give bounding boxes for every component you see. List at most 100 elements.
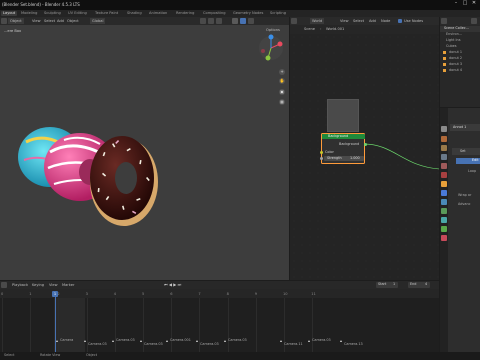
data-tab-icon[interactable] xyxy=(441,226,447,232)
marker-icon[interactable] xyxy=(224,340,226,342)
frame-tick-label: 5 xyxy=(142,292,145,296)
editor-type-icon[interactable] xyxy=(291,18,297,24)
breadcrumb-world[interactable]: World.001 xyxy=(326,27,344,32)
maximize-button[interactable]: □ xyxy=(461,1,469,9)
breadcrumb: Scene › World.001 xyxy=(290,25,439,34)
timeline[interactable]: Playback Keying View Marker ⏮ ◀ ▶ ⏭ Star… xyxy=(0,281,439,352)
zoom-icon[interactable]: + xyxy=(279,69,285,75)
donut-render[interactable] xyxy=(12,112,162,232)
outliner-type-icon[interactable] xyxy=(441,18,447,24)
marker-icon[interactable] xyxy=(196,340,198,342)
visibility-icon[interactable] xyxy=(200,18,206,24)
mesh-icon xyxy=(443,63,446,66)
marker-label: Camera.03 xyxy=(228,338,247,342)
tab-texture-paint[interactable]: Texture Paint xyxy=(93,11,120,16)
ortho-toggle-icon[interactable]: ▦ xyxy=(279,99,285,105)
marker-icon[interactable] xyxy=(56,340,58,342)
render-tab-icon[interactable] xyxy=(441,136,447,142)
3d-viewport[interactable]: Object View Select Add Object Global ...… xyxy=(0,17,289,280)
background-node[interactable]: Background Background Color Strength 1.0… xyxy=(320,133,367,164)
modifier-tab-icon[interactable] xyxy=(441,190,447,196)
orientation-select[interactable]: Global xyxy=(90,18,106,24)
rendered-shading-icon[interactable] xyxy=(248,18,254,24)
filter-icon[interactable] xyxy=(471,18,477,24)
marker-icon[interactable] xyxy=(280,340,282,342)
menu-add[interactable]: Add xyxy=(367,18,378,24)
tab-scripting[interactable]: Scripting xyxy=(268,11,288,16)
strength-field[interactable]: Strength 1.000 xyxy=(324,156,364,161)
marker-icon[interactable] xyxy=(140,340,142,342)
tab-rendering[interactable]: Rendering xyxy=(174,11,196,16)
marker-icon[interactable] xyxy=(308,340,310,342)
outliner-item-label: Cubes xyxy=(446,44,457,48)
physics-tab-icon[interactable] xyxy=(441,208,447,214)
properties-row-label[interactable]: Advanc xyxy=(458,202,471,206)
scene-tab-icon[interactable] xyxy=(441,163,447,169)
properties-row-label[interactable]: Wrap ar xyxy=(458,193,471,197)
donut-chocolate[interactable] xyxy=(90,136,158,226)
object-name-field[interactable]: Annot 1 xyxy=(450,124,480,131)
material-shading-icon[interactable] xyxy=(240,18,246,24)
tool-tab-icon[interactable] xyxy=(441,126,447,132)
marker-icon[interactable] xyxy=(340,340,342,342)
start-value: 1 xyxy=(393,282,396,286)
world-preview xyxy=(327,99,359,132)
color-socket[interactable] xyxy=(320,151,323,154)
pan-icon[interactable]: ✋ xyxy=(279,78,285,84)
marker-icon[interactable] xyxy=(112,340,114,342)
marker-icon[interactable] xyxy=(84,340,86,342)
tab-uv-editing[interactable]: UV Editing xyxy=(66,11,89,16)
frame-tick-label: 6 xyxy=(170,292,173,296)
output-tab-icon[interactable] xyxy=(441,145,447,151)
tab-geometry-nodes[interactable]: Geometry Nodes xyxy=(231,11,265,16)
end-frame-field[interactable]: End 4 xyxy=(408,282,430,288)
outliner-item-label: donut 3 xyxy=(449,62,463,66)
outliner[interactable]: Scene Collec... Environ... Light Ins Cub… xyxy=(440,17,480,107)
properties-row[interactable]: Set xyxy=(452,148,480,155)
solid-shading-icon[interactable] xyxy=(232,18,238,24)
tab-animation[interactable]: Animation xyxy=(147,11,169,16)
menu-object[interactable]: Object xyxy=(65,18,81,24)
frame-ruler[interactable] xyxy=(0,289,439,298)
properties-row-active[interactable]: Edit xyxy=(456,158,480,164)
start-frame-field[interactable]: Start 1 xyxy=(376,282,398,288)
menu-marker[interactable]: Marker xyxy=(60,282,76,288)
shader-type-select[interactable]: World xyxy=(310,18,325,24)
particles-tab-icon[interactable] xyxy=(441,199,447,205)
menu-view[interactable]: View xyxy=(338,18,351,24)
tab-compositing[interactable]: Compositing xyxy=(201,11,228,16)
marker-label: Camera.11 xyxy=(284,342,303,346)
menu-view[interactable]: View xyxy=(47,282,60,288)
menu-node[interactable]: Node xyxy=(379,18,392,24)
outliner-row[interactable]: donut 4 xyxy=(440,68,480,74)
node-editor[interactable]: World View Select Add Node Use Nodes Sce… xyxy=(290,17,439,280)
editor-type-icon[interactable] xyxy=(1,18,7,24)
editor-type-icon[interactable] xyxy=(1,282,7,288)
menu-playback[interactable]: Playback xyxy=(10,282,30,288)
tab-layout[interactable]: Layout xyxy=(1,11,18,16)
view-layer-tab-icon[interactable] xyxy=(441,154,447,160)
menu-select[interactable]: Select xyxy=(351,18,366,24)
minimize-button[interactable]: – xyxy=(452,1,460,9)
object-tab-icon[interactable] xyxy=(441,181,447,187)
gizmo-icon[interactable] xyxy=(208,18,214,24)
marker-icon[interactable] xyxy=(166,340,168,342)
frame-tick-label: 3 xyxy=(85,292,88,296)
camera-view-icon[interactable]: ▣ xyxy=(279,89,285,95)
material-tab-icon[interactable] xyxy=(441,235,447,241)
menu-keying[interactable]: Keying xyxy=(30,282,46,288)
mode-select[interactable]: Object xyxy=(8,18,24,24)
breadcrumb-scene[interactable]: Scene xyxy=(304,27,315,32)
tab-modeling[interactable]: Modeling xyxy=(19,11,39,16)
strength-socket[interactable] xyxy=(320,157,323,160)
constraints-tab-icon[interactable] xyxy=(441,217,447,223)
world-tab-icon[interactable] xyxy=(441,172,447,178)
status-object: Object xyxy=(86,353,98,357)
tab-shading[interactable]: Shading xyxy=(125,11,144,16)
close-button[interactable]: ✕ xyxy=(470,1,478,9)
navigation-gizmo[interactable] xyxy=(256,33,286,63)
menu-view[interactable]: View xyxy=(30,18,43,24)
tab-sculpting[interactable]: Sculpting xyxy=(42,11,63,16)
overlay-icon[interactable] xyxy=(216,18,222,24)
playback-controls[interactable]: ⏮ ◀ ▶ ⏭ xyxy=(164,283,181,287)
